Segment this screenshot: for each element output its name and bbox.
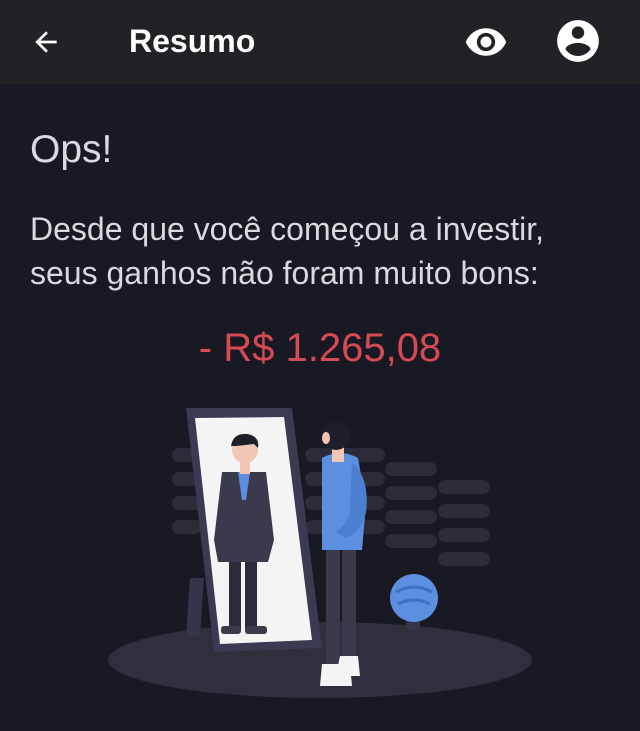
arrow-left-icon	[35, 31, 57, 53]
toggle-visibility-button[interactable]	[458, 14, 514, 70]
page-title: Resumo	[129, 23, 256, 59]
app-bar: Resumo	[0, 0, 640, 84]
account-circle-icon	[557, 20, 599, 62]
back-button[interactable]	[18, 14, 74, 70]
eye-icon	[465, 28, 507, 56]
mirror-stand	[186, 578, 204, 636]
plant-pot	[390, 574, 438, 630]
account-button[interactable]	[549, 12, 607, 70]
loss-amount: - R$ 1.265,08	[198, 326, 442, 370]
heading: Ops!	[30, 128, 113, 171]
mirror-illustration	[108, 408, 532, 698]
message-text: Desde que você começou a investir, seus …	[30, 211, 545, 291]
